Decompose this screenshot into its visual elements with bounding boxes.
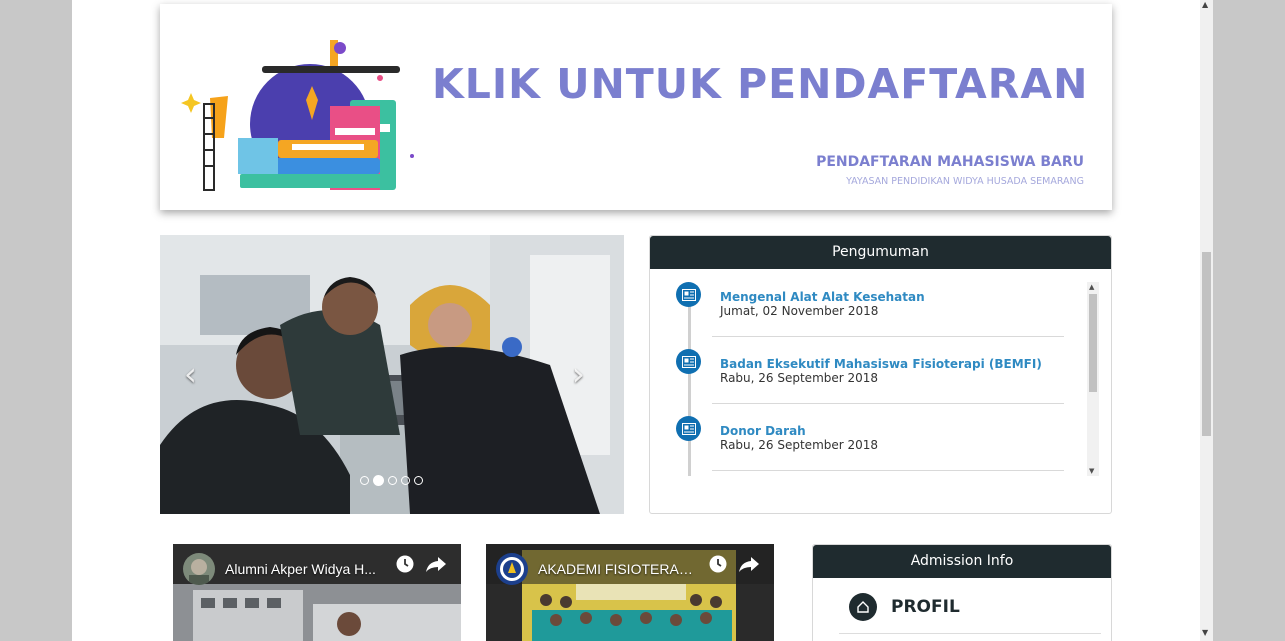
page-content: KLIK UNTUK PENDAFTARAN PENDAFTARAN MAHAS…	[72, 0, 1200, 641]
announcement-scrollbar[interactable]: ▲ ▼	[1087, 282, 1099, 476]
announcement-heading: Pengumuman	[650, 236, 1111, 269]
scroll-up-arrow-icon[interactable]: ▲	[1089, 283, 1094, 291]
window-scroll-thumb[interactable]	[1202, 252, 1211, 436]
video-embed-fisioterapi[interactable]: AKADEMI FISIOTERAPI...	[486, 544, 774, 641]
video-thumbnail	[173, 544, 461, 641]
carousel-indicators	[360, 475, 423, 486]
carousel-photo	[160, 235, 624, 514]
announcement-date: Rabu, 26 September 2018	[720, 371, 879, 385]
announcement-title[interactable]: Badan Eksekutif Mahasiswa Fisioterapi (B…	[720, 357, 1042, 371]
carousel-prev-button[interactable]: ‹	[184, 355, 197, 393]
carousel-indicator-dot[interactable]	[388, 476, 397, 485]
announcement-panel: Pengumuman Mengenal Alat Alat Kesehatan …	[649, 235, 1112, 514]
clock-icon[interactable]	[395, 554, 415, 578]
clock-icon[interactable]	[708, 554, 728, 578]
carousel-indicator-dot[interactable]	[401, 476, 410, 485]
announcement-title[interactable]: Mengenal Alat Alat Kesehatan	[720, 290, 925, 304]
education-illustration	[181, 40, 414, 191]
carousel-indicator-dot[interactable]	[373, 475, 384, 486]
image-carousel[interactable]: ‹ ›	[160, 235, 624, 514]
carousel-indicator-dot[interactable]	[414, 476, 423, 485]
home-icon	[849, 593, 877, 621]
window-scroll-up-icon[interactable]: ▲	[1202, 0, 1208, 9]
announcement-date: Jumat, 02 November 2018	[720, 304, 879, 318]
profil-link[interactable]: PROFIL	[849, 593, 960, 621]
profil-label: PROFIL	[891, 597, 960, 617]
announcement-item[interactable]: Badan Eksekutif Mahasiswa Fisioterapi (B…	[672, 349, 1072, 416]
announcement-item[interactable]: Donor Darah Rabu, 26 September 2018	[672, 416, 1072, 476]
channel-avatar[interactable]	[496, 553, 528, 585]
banner-foundation: YAYASAN PENDIDIKAN WIDYA HUSADA SEMARANG	[846, 176, 1084, 187]
divider	[712, 336, 1064, 337]
scroll-thumb[interactable]	[1089, 294, 1097, 392]
announcement-list[interactable]: Mengenal Alat Alat Kesehatan Jumat, 02 N…	[672, 282, 1100, 476]
newspaper-icon	[676, 416, 701, 441]
announcement-date: Rabu, 26 September 2018	[720, 438, 879, 452]
admission-info-panel: Admission Info PROFIL	[812, 544, 1112, 641]
window-scroll-down-icon[interactable]: ▼	[1202, 628, 1208, 637]
video-thumbnail	[486, 544, 774, 641]
video-embed-alumni[interactable]: Alumni Akper Widya H...	[173, 544, 461, 641]
newspaper-icon	[676, 349, 701, 374]
video-title[interactable]: Alumni Akper Widya H...	[225, 561, 385, 577]
carousel-next-button[interactable]: ›	[572, 355, 585, 393]
scroll-down-arrow-icon[interactable]: ▼	[1089, 467, 1094, 475]
video-title[interactable]: AKADEMI FISIOTERAPI...	[538, 561, 698, 577]
divider	[712, 470, 1064, 471]
newspaper-icon	[676, 282, 701, 307]
banner-subtitle: PENDAFTARAN MAHASISWA BARU	[816, 154, 1084, 170]
channel-avatar[interactable]	[183, 553, 215, 585]
registration-banner[interactable]: KLIK UNTUK PENDAFTARAN PENDAFTARAN MAHAS…	[160, 4, 1112, 210]
divider	[712, 403, 1064, 404]
admission-heading: Admission Info	[813, 545, 1111, 578]
share-icon[interactable]	[738, 554, 760, 578]
announcement-item[interactable]: Mengenal Alat Alat Kesehatan Jumat, 02 N…	[672, 282, 1072, 349]
banner-title: KLIK UNTUK PENDAFTARAN	[432, 60, 1089, 108]
carousel-indicator-dot[interactable]	[360, 476, 369, 485]
divider	[839, 633, 1101, 634]
announcement-title[interactable]: Donor Darah	[720, 424, 806, 438]
share-icon[interactable]	[425, 554, 447, 578]
